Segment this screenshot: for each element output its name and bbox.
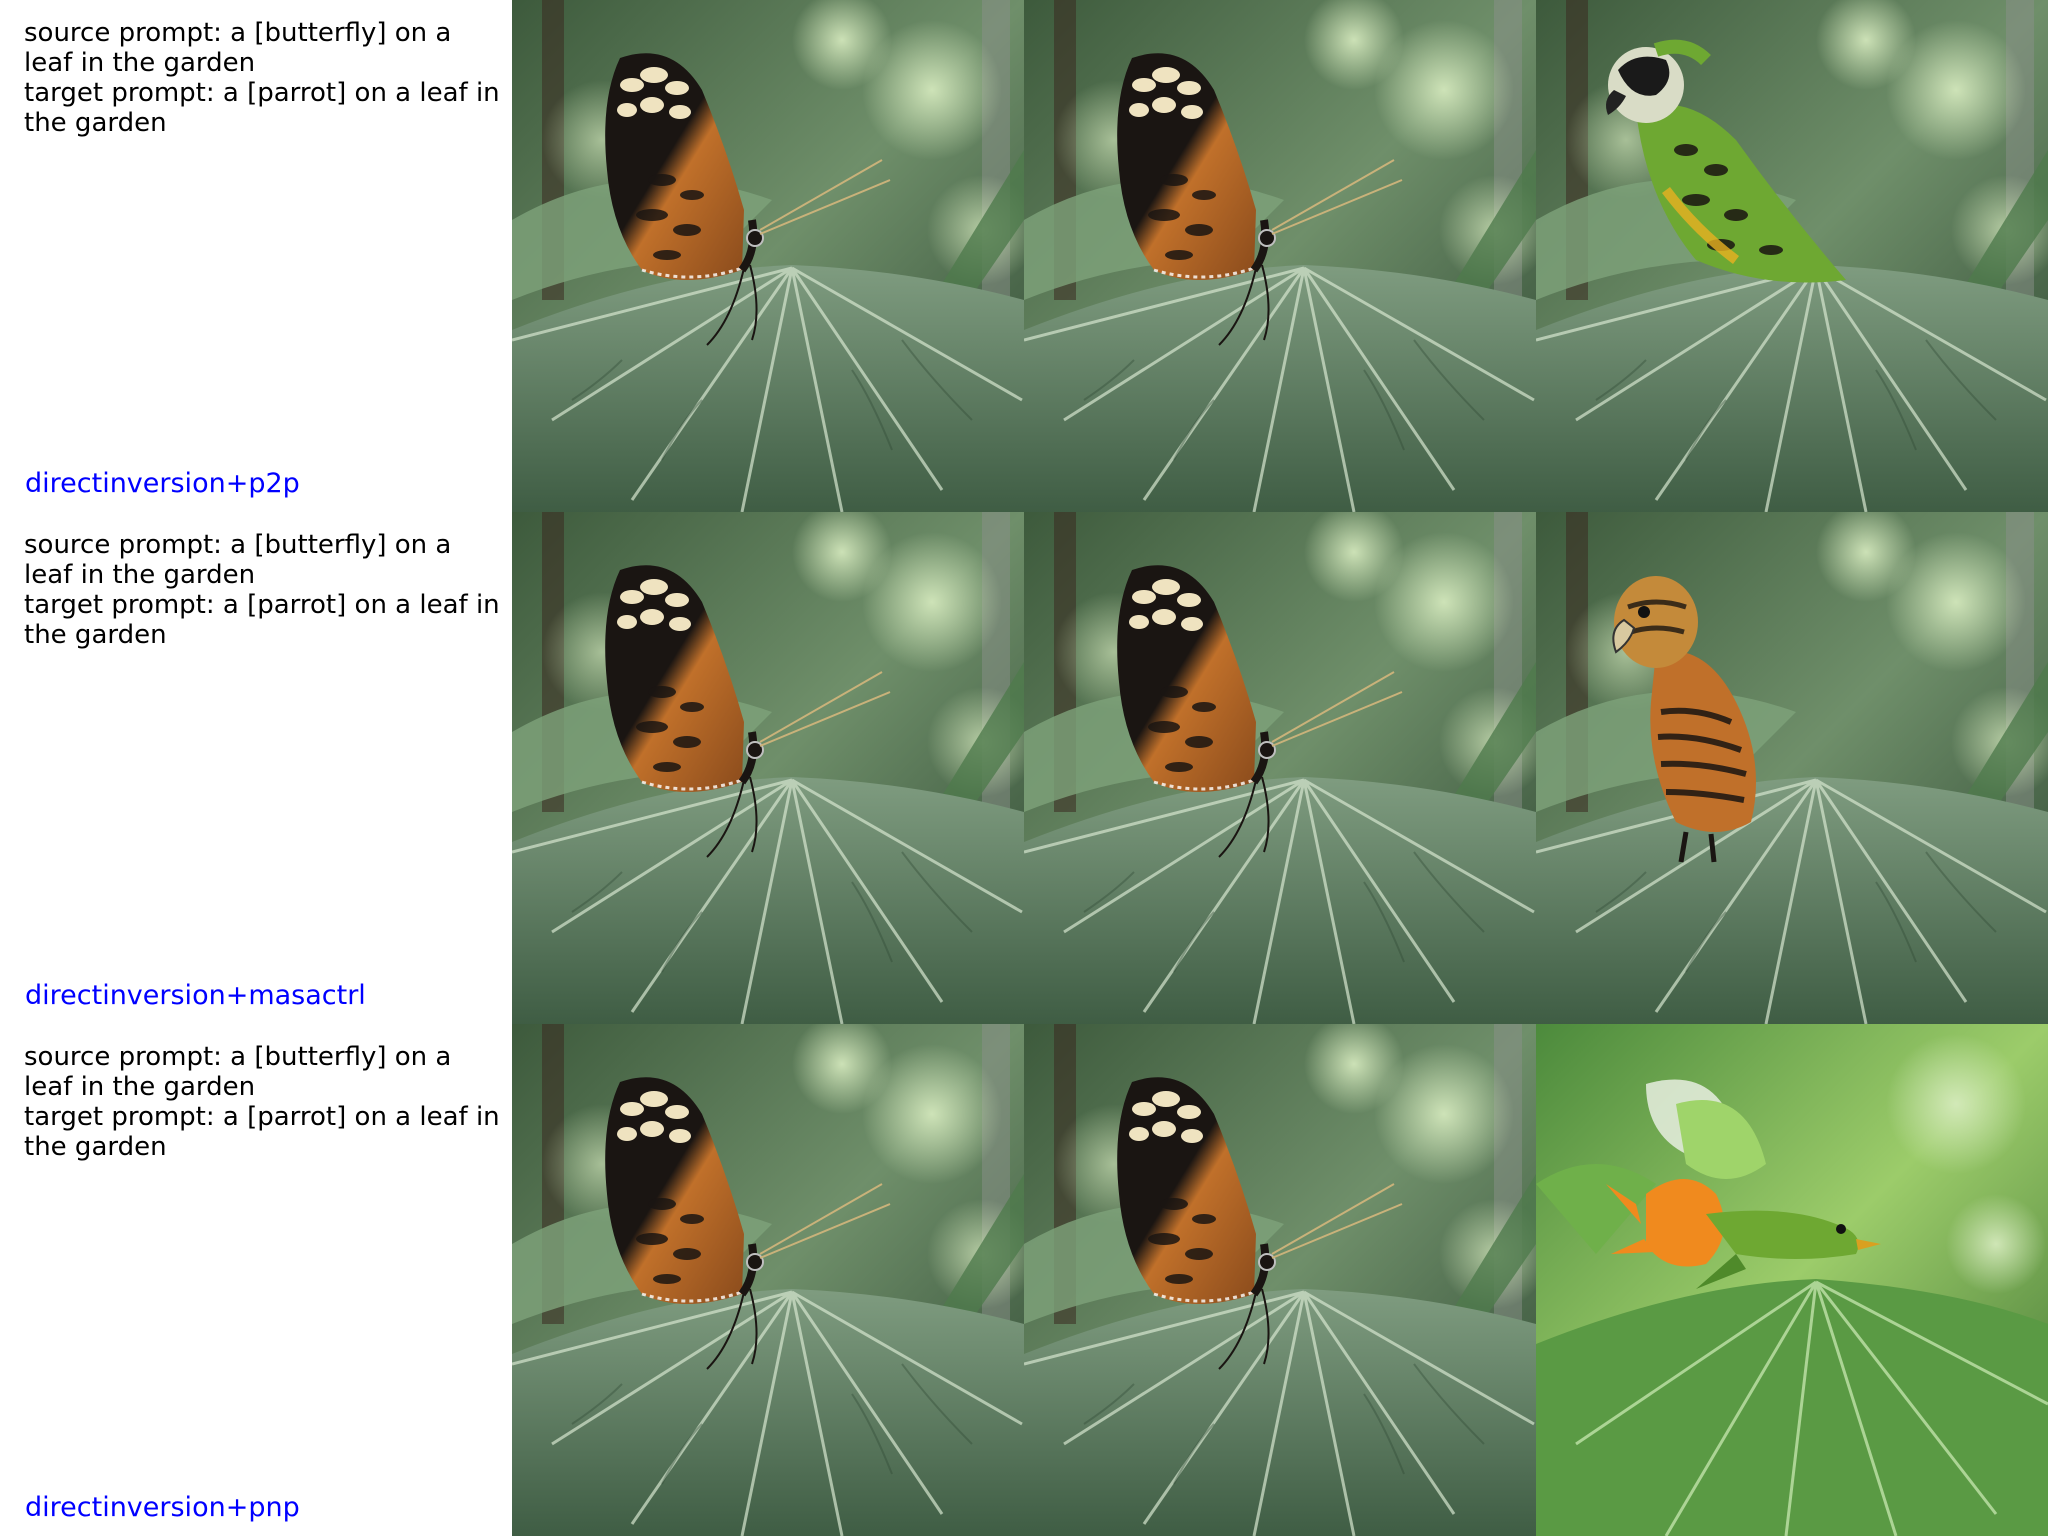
- comparison-grid: source prompt: a [butterfly] on a leaf i…: [0, 0, 2048, 1536]
- butterfly-photo: [1024, 0, 1536, 512]
- comparison-row: source prompt: a [butterfly] on a leaf i…: [0, 1024, 2048, 1536]
- comparison-row: source prompt: a [butterfly] on a leaf i…: [0, 0, 2048, 512]
- prompt-text: source prompt: a [butterfly] on a leaf i…: [24, 530, 500, 650]
- prompt-text: source prompt: a [butterfly] on a leaf i…: [24, 18, 500, 138]
- source-image: [512, 512, 1024, 1024]
- butterfly-photo: [1024, 1024, 1536, 1536]
- source-prompt: source prompt: a [butterfly] on a leaf i…: [24, 530, 452, 590]
- method-label: directinversion+masactrl: [25, 980, 366, 1011]
- method-label: directinversion+p2p: [25, 468, 300, 499]
- source-prompt: source prompt: a [butterfly] on a leaf i…: [24, 1042, 452, 1102]
- target-prompt: target prompt: a [parrot] on a leaf in t…: [24, 1102, 500, 1162]
- reconstructed-image: [1024, 0, 1536, 512]
- row-label-cell: source prompt: a [butterfly] on a leaf i…: [0, 512, 512, 1024]
- prompt-text: source prompt: a [butterfly] on a leaf i…: [24, 1042, 500, 1162]
- comparison-row: source prompt: a [butterfly] on a leaf i…: [0, 512, 2048, 1024]
- parrot-orange-striped-edit: [1536, 512, 2048, 1024]
- edited-image: [1536, 512, 2048, 1024]
- edited-image: [1536, 0, 2048, 512]
- method-label: directinversion+pnp: [25, 1492, 300, 1523]
- source-prompt: source prompt: a [butterfly] on a leaf i…: [24, 18, 452, 78]
- butterfly-photo: [512, 512, 1024, 1024]
- parrot-green-orange-edit: [1536, 1024, 2048, 1536]
- edited-image: [1536, 1024, 2048, 1536]
- parrot-green-edit: [1536, 0, 2048, 512]
- row-label-cell: source prompt: a [butterfly] on a leaf i…: [0, 0, 512, 512]
- source-image: [512, 1024, 1024, 1536]
- target-prompt: target prompt: a [parrot] on a leaf in t…: [24, 78, 500, 138]
- butterfly-photo: [512, 0, 1024, 512]
- source-image: [512, 0, 1024, 512]
- butterfly-photo: [512, 1024, 1024, 1536]
- target-prompt: target prompt: a [parrot] on a leaf in t…: [24, 590, 500, 650]
- row-label-cell: source prompt: a [butterfly] on a leaf i…: [0, 1024, 512, 1536]
- reconstructed-image: [1024, 1024, 1536, 1536]
- butterfly-photo: [1024, 512, 1536, 1024]
- reconstructed-image: [1024, 512, 1536, 1024]
